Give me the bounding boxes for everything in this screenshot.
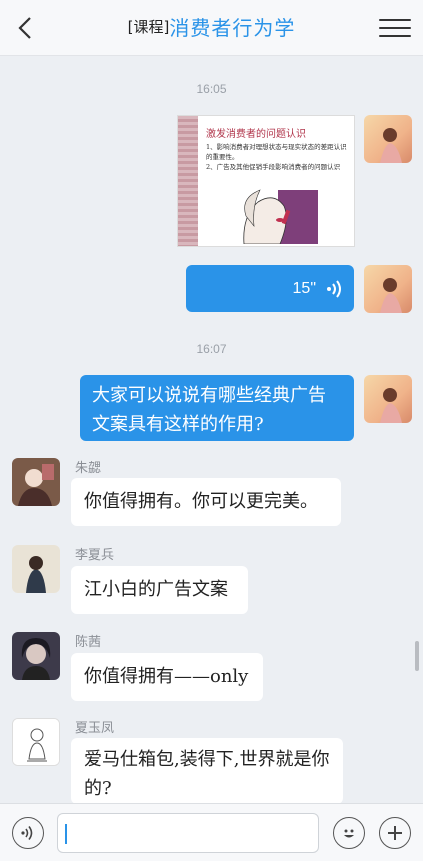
timestamp: 16:07 xyxy=(196,342,227,356)
image-slide-body: 1、影响消费者对理想状态与现实状态的差距认识的重要性。 2、广告及其他促销手段影… xyxy=(206,143,347,171)
avatar[interactable] xyxy=(364,265,412,313)
reply-message[interactable]: 你值得拥有——only xyxy=(71,653,263,701)
add-button[interactable] xyxy=(379,817,411,849)
avatar[interactable] xyxy=(12,632,60,680)
sender-name: 李夏兵 xyxy=(75,548,115,563)
title-tag: [课程] xyxy=(127,18,170,36)
sender-name: 夏玉凤 xyxy=(75,721,115,736)
timestamp: 16:05 xyxy=(196,82,227,96)
emoji-icon xyxy=(344,829,354,838)
voice-wave-icon xyxy=(327,279,341,298)
question-message[interactable]: 大家可以说说有哪些经典广告文案具有这样的作用? xyxy=(80,375,354,441)
sender-name: 陈茜 xyxy=(75,635,102,650)
reply-message[interactable]: 爱马仕箱包,装得下,世界就是你的? xyxy=(71,738,343,804)
page-title: [课程]消费者行为学 xyxy=(0,12,423,41)
image-slide-title: 激发消费者的问题认识 xyxy=(206,129,306,140)
image-message[interactable]: 激发消费者的问题认识 1、影响消费者对理想状态与现实状态的差距认识的重要性。 2… xyxy=(177,115,355,247)
hamburger-menu-icon[interactable] xyxy=(379,12,411,44)
avatar[interactable] xyxy=(12,718,60,766)
voice-message[interactable]: 15" xyxy=(186,265,354,312)
input-bar xyxy=(0,803,423,861)
avatar[interactable] xyxy=(364,115,412,163)
top-bar: [课程]消费者行为学 xyxy=(0,0,423,56)
plus-icon xyxy=(388,826,402,840)
message-input[interactable] xyxy=(57,813,319,853)
emoji-button[interactable] xyxy=(333,817,365,849)
reply-message[interactable]: 你值得拥有。你可以更完美。 xyxy=(71,478,341,526)
scrollbar[interactable] xyxy=(415,641,419,671)
course-title: 消费者行为学 xyxy=(169,16,296,40)
lipstick-illustration xyxy=(243,189,318,244)
voice-wave-icon xyxy=(21,826,33,840)
sender-name: 朱勰 xyxy=(75,461,102,476)
avatar[interactable] xyxy=(12,458,60,506)
text-cursor xyxy=(65,824,67,844)
voice-duration: 15" xyxy=(292,279,316,297)
avatar[interactable] xyxy=(364,375,412,423)
reply-message[interactable]: 江小白的广告文案 xyxy=(71,566,248,614)
voice-input-button[interactable] xyxy=(12,817,44,849)
avatar[interactable] xyxy=(12,545,60,593)
